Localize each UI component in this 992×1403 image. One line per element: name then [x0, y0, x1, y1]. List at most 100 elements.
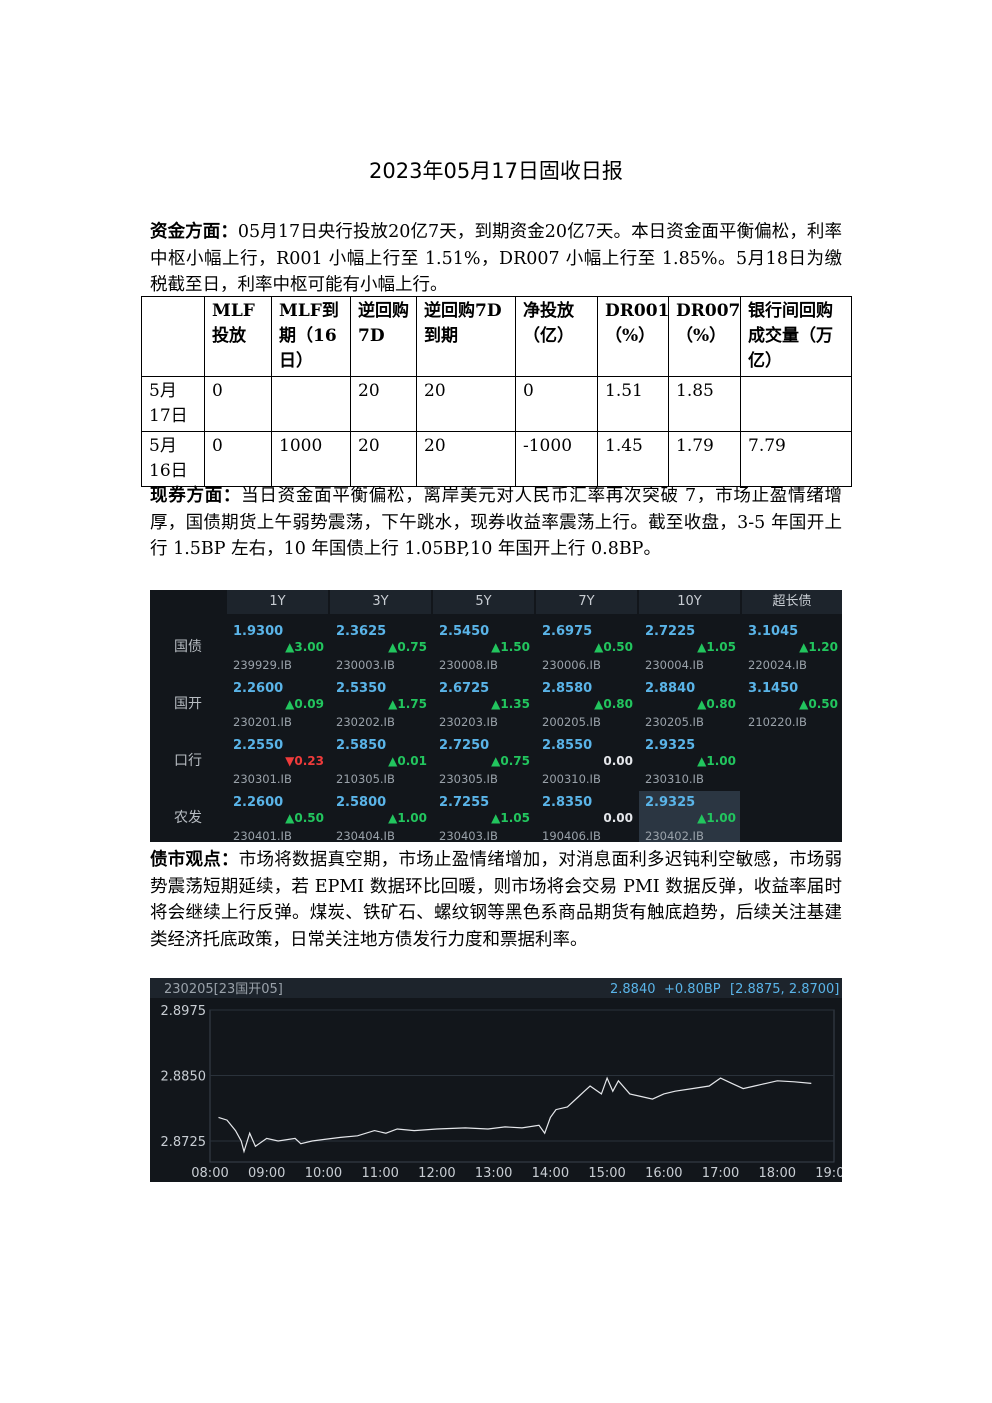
- bond-quote-panel: 1Y 3Y 5Y 7Y 10Y 超长债 国债 1.9300 ▲3.00 239929.IB 2.36…: [150, 590, 842, 842]
- chart-title: 230205[23国开05]: [164, 982, 283, 997]
- quote-cell[interactable]: 2.5800 ▲1.00 230404.IB: [330, 791, 431, 842]
- quote-change: ▲0.80: [697, 697, 736, 711]
- chart-last-value: 2.8840: [610, 982, 656, 997]
- chart-xtick-label: 17:00: [702, 1166, 739, 1181]
- quote-cell[interactable]: 2.7225 ▲1.05 230004.IB: [639, 620, 740, 675]
- quote-cell[interactable]: 2.8580 ▲0.80 200205.IB: [536, 677, 637, 732]
- quote-bond-code: 230404.IB: [336, 829, 395, 842]
- table-cell: -1000: [515, 431, 598, 487]
- quote-change: ▲0.50: [799, 697, 838, 711]
- table-cell: 20: [416, 376, 516, 432]
- quote-cell[interactable]: 2.5350 ▲1.75 230202.IB: [330, 677, 431, 732]
- quote-yield: 2.7250: [439, 738, 490, 753]
- quote-cell[interactable]: 2.7255 ▲1.05 230403.IB: [433, 791, 534, 842]
- quote-cell[interactable]: 2.8350 0.00 190406.IB: [536, 791, 637, 842]
- table-cell: 20: [416, 431, 516, 487]
- quote-bond-code: 230003.IB: [336, 658, 395, 672]
- table-row: 5月17日 0 20 20 0 1.51 1.85: [141, 376, 852, 432]
- table-cell: 5月16日: [141, 431, 205, 487]
- quote-cell[interactable]: 2.2550 ▼0.23 230301.IB: [227, 734, 328, 789]
- quote-cell[interactable]: 2.6725 ▲1.35 230203.IB: [433, 677, 534, 732]
- quote-yield: 2.9325: [645, 738, 696, 753]
- quote-cell[interactable]: 3.1045 ▲1.20 220024.IB: [742, 620, 842, 675]
- outlook-paragraph: 债市观点：市场将数据真空期，市场止盈情绪增加，对消息面利多迟钝利空敏感，市场弱势…: [150, 847, 842, 953]
- quote-yield: 2.6975: [542, 624, 593, 639]
- chart-xtick-label: 12:00: [418, 1166, 455, 1181]
- outlook-lead: 债市观点：: [150, 850, 239, 870]
- quote-change: ▲0.01: [388, 754, 427, 768]
- quote-cell[interactable]: 2.5450 ▲1.50 230008.IB: [433, 620, 534, 675]
- quote-cell[interactable]: 2.7250 ▲0.75 230305.IB: [433, 734, 534, 789]
- quote-cell[interactable]: 2.6975 ▲0.50 230006.IB: [536, 620, 637, 675]
- quote-bond-code: 210305.IB: [336, 772, 395, 786]
- table-cell: 0: [204, 431, 272, 487]
- money-table-header: 银行间回购成交量（万亿）: [740, 296, 852, 377]
- quote-cell[interactable]: 1.9300 ▲3.00 239929.IB: [227, 620, 328, 675]
- quote-cell[interactable]: 2.3625 ▲0.75 230003.IB: [330, 620, 431, 675]
- quote-change: ▲3.00: [285, 640, 324, 654]
- quote-cell[interactable]: 2.9325 ▲1.00 230402.IB: [639, 791, 740, 842]
- quote-bond-code: 220024.IB: [748, 658, 807, 672]
- quote-cell[interactable]: 2.8550 0.00 200310.IB: [536, 734, 637, 789]
- chart-change: +0.80BP: [664, 982, 721, 997]
- quote-change: 0.00: [603, 754, 633, 768]
- table-cell: [271, 376, 351, 432]
- table-cell: 1.45: [597, 431, 669, 487]
- quote-row-label: 国债: [174, 639, 202, 655]
- quote-change: ▲1.75: [388, 697, 427, 711]
- chart-xtick-label: 09:00: [248, 1166, 285, 1181]
- table-cell: [740, 376, 852, 432]
- chart-plot-frame: [209, 1009, 835, 1163]
- chart-ytick-label: 2.8975: [161, 1004, 207, 1019]
- quote-bond-code: 230310.IB: [645, 772, 704, 786]
- quote-cell[interactable]: 2.5850 ▲0.01 210305.IB: [330, 734, 431, 789]
- quote-bond-code: 230008.IB: [439, 658, 498, 672]
- quote-column-header: 5Y: [433, 590, 534, 614]
- quote-bond-code: 230205.IB: [645, 715, 704, 729]
- quote-yield: 2.8350: [542, 795, 593, 810]
- chart-xtick-label: 16:00: [645, 1166, 682, 1181]
- quote-yield: 2.5850: [336, 738, 387, 753]
- quote-bond-code: 230201.IB: [233, 715, 292, 729]
- quote-change: ▲1.00: [697, 811, 736, 825]
- money-table-header: DR001（%）: [597, 296, 669, 377]
- quote-cell[interactable]: 2.9325 ▲1.00 230310.IB: [639, 734, 740, 789]
- spot-paragraph: 现券方面：当日资金面平衡偏松，离岸美元对人民币汇率再次突破 7，市场止盈情绪增厚…: [150, 483, 842, 563]
- table-cell: 1.51: [597, 376, 669, 432]
- quote-cell[interactable]: 3.1450 ▲0.50 210220.IB: [742, 677, 842, 732]
- quote-bond-code: 230203.IB: [439, 715, 498, 729]
- quote-cell[interactable]: 2.8840 ▲0.80 230205.IB: [639, 677, 740, 732]
- quote-cell[interactable]: 2.2600 ▲0.50 230401.IB: [227, 791, 328, 842]
- quote-change: ▲1.05: [491, 811, 530, 825]
- chart-range: [2.8875, 2.8700]: [730, 982, 839, 997]
- chart-xtick-label: 18:00: [759, 1166, 796, 1181]
- quote-change: ▲1.00: [388, 811, 427, 825]
- quote-change: 0.00: [603, 811, 633, 825]
- money-table-header: DR007（%）: [668, 296, 741, 377]
- chart-xtick-label: 14:00: [532, 1166, 569, 1181]
- quote-bond-code: 230403.IB: [439, 829, 498, 842]
- chart-xtick-label: 11:00: [361, 1166, 398, 1181]
- quote-bond-code: 210220.IB: [748, 715, 807, 729]
- quote-yield: 2.5450: [439, 624, 490, 639]
- quote-bond-code: 230401.IB: [233, 829, 292, 842]
- quote-yield: 3.1045: [748, 624, 799, 639]
- chart-xtick-label: 10:00: [305, 1166, 342, 1181]
- quote-change: ▲0.09: [285, 697, 324, 711]
- quote-bond-code: 230004.IB: [645, 658, 704, 672]
- quote-row-label: 口行: [174, 753, 202, 769]
- quote-yield: 2.8550: [542, 738, 593, 753]
- chart-svg: 230205[23国开05] 2.8840 +0.80BP [2.8875, 2.87…: [150, 978, 842, 1181]
- money-table-header: MLF到期（16日）: [271, 296, 351, 377]
- quote-cell[interactable]: 2.2600 ▲0.09 230201.IB: [227, 677, 328, 732]
- quote-bond-code: 200205.IB: [542, 715, 601, 729]
- quote-change: ▲0.75: [491, 754, 530, 768]
- chart-ytick-label: 2.8725: [161, 1135, 207, 1150]
- table-cell: 1.85: [668, 376, 741, 432]
- yield-intraday-chart: 230205[23国开05] 2.8840 +0.80BP [2.8875, 2.87…: [150, 978, 842, 1182]
- quote-change: ▲1.05: [697, 640, 736, 654]
- quote-change: ▲0.80: [594, 697, 633, 711]
- quote-bond-code: 230305.IB: [439, 772, 498, 786]
- table-cell: 1000: [271, 431, 351, 487]
- quote-yield: 2.2600: [233, 795, 284, 810]
